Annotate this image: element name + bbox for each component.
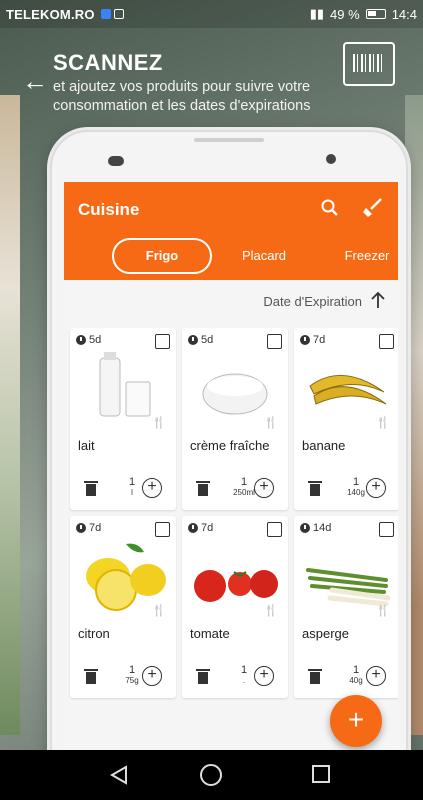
clock-icon — [300, 523, 310, 533]
battery-icon — [365, 9, 386, 19]
trash-icon[interactable] — [196, 480, 210, 501]
banner-title: SCANNEZ — [53, 50, 163, 75]
page-title: Cuisine — [78, 200, 140, 219]
nav-home-icon[interactable] — [200, 764, 222, 786]
plus-icon[interactable]: + — [254, 666, 274, 686]
tomato-image — [194, 570, 278, 602]
select-checkbox[interactable] — [267, 522, 282, 537]
clock-icon — [76, 335, 86, 345]
fork-knife-icon: 🍴 — [152, 605, 166, 617]
expiry-badge: 7d — [300, 334, 325, 346]
product-card[interactable]: 5d 🍴 lait 1l + — [70, 328, 176, 510]
nav-back-icon[interactable] — [109, 765, 128, 790]
product-card[interactable]: 7d 🍴 banane 1 140g + — [294, 328, 398, 510]
fork-knife-icon: 🍴 — [152, 417, 166, 429]
card-actions: 1 40g + — [294, 664, 398, 690]
system-nav-bar — [0, 750, 423, 800]
add-product-button[interactable]: + — [330, 695, 382, 747]
front-camera — [326, 154, 336, 164]
clock-icon — [188, 335, 198, 345]
window-icon — [113, 9, 124, 19]
select-checkbox[interactable] — [267, 334, 282, 349]
fork-knife-icon: 🍴 — [376, 417, 390, 429]
status-bar: TELEKOM.RO ▮▮ 49 % 14:4 — [0, 0, 423, 28]
plus-icon[interactable]: + — [254, 478, 274, 498]
sort-row[interactable]: Date d'Expiration — [64, 280, 398, 328]
product-name: banane — [302, 438, 346, 453]
banana-image — [309, 374, 387, 405]
shield-icon — [100, 9, 111, 19]
broom-icon[interactable] — [362, 196, 384, 223]
card-actions: 1 250ml + — [182, 476, 288, 502]
promo-banner: ← SCANNEZ et ajoutez vos produits pour s… — [0, 28, 423, 118]
expiry-badge: 14d — [300, 522, 331, 534]
product-card[interactable]: 7d 🍴 citron 1 75g + — [70, 516, 176, 698]
tab-freezer[interactable]: Freezer — [332, 238, 398, 274]
clock-icon — [76, 523, 86, 533]
clock-icon — [188, 523, 198, 533]
expiry-badge: 7d — [76, 522, 101, 534]
arrow-up-icon[interactable] — [370, 290, 386, 315]
sensor — [108, 156, 124, 166]
plus-icon[interactable]: + — [366, 478, 386, 498]
trash-icon[interactable] — [308, 668, 322, 689]
plus-icon[interactable]: + — [366, 666, 386, 686]
arrow-left-icon[interactable]: ← — [22, 66, 48, 97]
speaker-grille — [194, 138, 264, 142]
carrier-label: TELEKOM.RO — [6, 6, 95, 22]
product-name: lait — [78, 438, 95, 453]
card-actions: 1l + — [70, 476, 176, 502]
asparagus-image — [306, 568, 391, 607]
trash-icon[interactable] — [196, 668, 210, 689]
product-card[interactable]: 5d 🍴 crème fraîche 1 250ml + — [182, 328, 288, 510]
notification-icons — [100, 9, 124, 19]
card-actions: 1 140g + — [294, 476, 398, 502]
trash-icon[interactable] — [308, 480, 322, 501]
card-actions: 1 75g + — [70, 664, 176, 690]
product-name: crème fraîche — [190, 438, 270, 453]
product-name: asperge — [302, 626, 349, 641]
tab-placard[interactable]: Placard — [234, 238, 294, 274]
trash-icon[interactable] — [84, 480, 98, 501]
expiry-badge: 5d — [188, 334, 213, 346]
clock-icon — [300, 335, 310, 345]
search-icon[interactable] — [320, 198, 340, 223]
tab-frigo[interactable]: Frigo — [112, 238, 212, 274]
select-checkbox[interactable] — [379, 522, 394, 537]
background-left — [0, 95, 20, 735]
battery-percent: 49 % — [330, 6, 360, 22]
select-checkbox[interactable] — [379, 334, 394, 349]
card-actions: 1. + — [182, 664, 288, 690]
barcode-scan-icon[interactable] — [343, 42, 395, 86]
nav-recent-icon[interactable] — [312, 765, 330, 783]
select-checkbox[interactable] — [155, 334, 170, 349]
app-header: Cuisine Frigo Placard Freezer — [64, 182, 398, 280]
phone-frame: Cuisine Frigo Placard Freezer Date d'Exp… — [50, 130, 408, 772]
milk-image — [99, 352, 151, 417]
product-name: tomate — [190, 626, 230, 641]
clock-label: 14:4 — [391, 6, 417, 22]
product-name: citron — [78, 626, 110, 641]
lemon-image — [86, 543, 166, 611]
plus-icon[interactable]: + — [142, 478, 162, 498]
cream-image — [202, 373, 268, 415]
expiry-badge: 5d — [76, 334, 101, 346]
tab-bar: Frigo Placard Freezer — [64, 238, 398, 274]
fork-knife-icon: 🍴 — [376, 605, 390, 617]
fork-knife-icon: 🍴 — [264, 417, 278, 429]
fork-knife-icon: 🍴 — [264, 605, 278, 617]
product-card[interactable]: 14d 🍴 asperge 1 40g + — [294, 516, 398, 698]
product-card[interactable]: 7d 🍴 tomate 1. + — [182, 516, 288, 698]
select-checkbox[interactable] — [155, 522, 170, 537]
plus-icon[interactable]: + — [142, 666, 162, 686]
trash-icon[interactable] — [84, 668, 98, 689]
app-screen: Cuisine Frigo Placard Freezer Date d'Exp… — [64, 182, 398, 772]
sort-label[interactable]: Date d'Expiration — [263, 294, 362, 309]
expiry-badge: 7d — [188, 522, 213, 534]
signal-icon: ▮▮ — [309, 6, 325, 21]
